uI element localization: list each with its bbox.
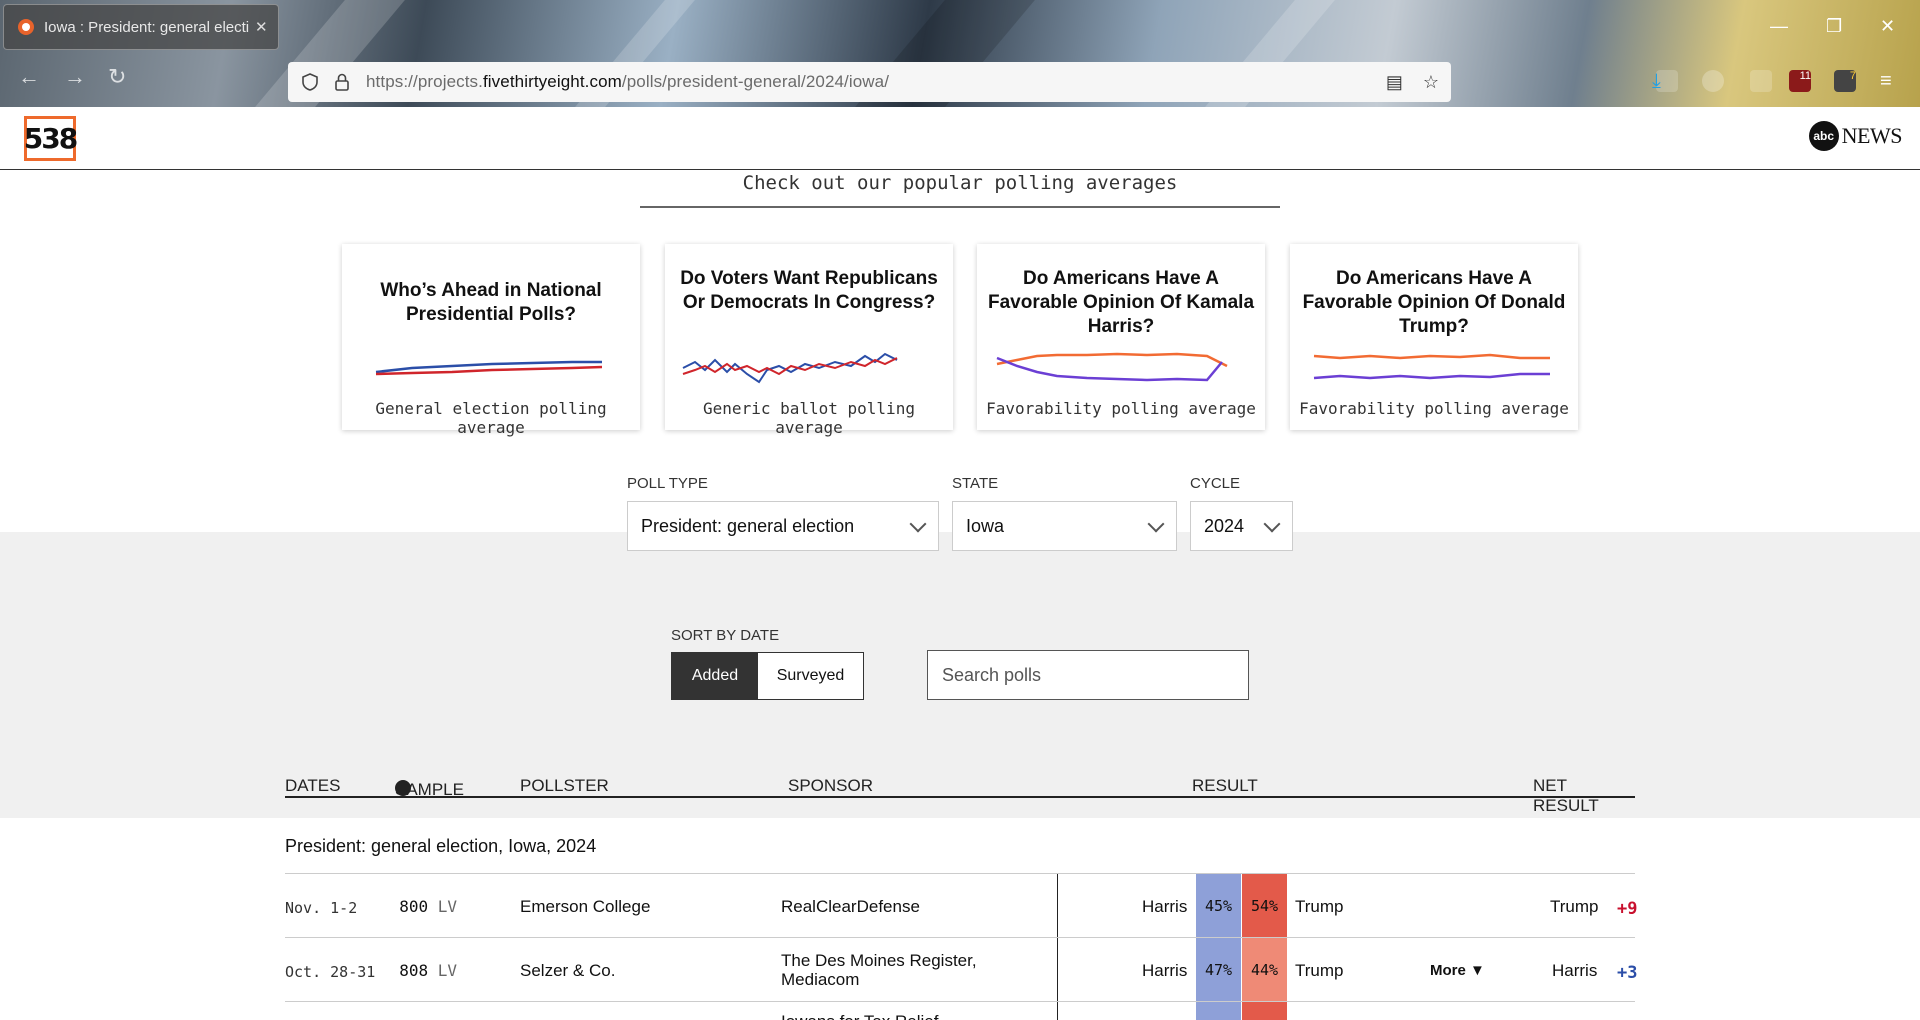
promo-card-trump-favorability[interactable]: Do Americans Have A Favorable Opinion Of…: [1290, 244, 1578, 430]
sort-by-date-label: SORT BY DATE: [671, 627, 780, 644]
rep-candidate: Trump: [1295, 897, 1344, 916]
logo-538[interactable]: 538: [24, 116, 78, 161]
sparkline-chart: [682, 352, 898, 384]
header-dates: DATES: [285, 776, 341, 795]
container-icon[interactable]: [1750, 70, 1772, 92]
poll-sample: 808 LV: [399, 961, 457, 980]
close-window-icon[interactable]: ✕: [1880, 16, 1895, 37]
info-icon[interactable]: i: [395, 778, 411, 797]
lock-icon[interactable]: [332, 72, 352, 92]
sparkline-chart: [1313, 353, 1550, 380]
address-bar[interactable]: https://projects.fivethirtyeight.com/pol…: [288, 62, 1451, 102]
net-leader: Trump: [1550, 897, 1599, 916]
more-button[interactable]: More ▼: [1430, 962, 1485, 979]
poll-dates: Nov. 1-2: [285, 899, 358, 917]
header-net-result: NET RESULT: [1533, 776, 1599, 815]
state-label: STATE: [952, 475, 999, 492]
promo-title: Check out our popular polling averages: [640, 172, 1280, 208]
sparkline-chart: [375, 360, 603, 376]
poll-type-label: POLL TYPE: [627, 475, 708, 492]
table-row[interactable]: Iowans for Tax Relief: [285, 1001, 1635, 1020]
reload-icon[interactable]: ↻: [108, 64, 126, 90]
forward-icon[interactable]: →: [64, 64, 86, 90]
sort-surveyed-button[interactable]: Surveyed: [758, 653, 863, 699]
table-row[interactable]: Nov. 1-2 800 LV Emerson College RealClea…: [285, 873, 1638, 937]
close-tab-icon[interactable]: ✕: [255, 18, 268, 36]
pollster-link[interactable]: Selzer & Co.: [520, 961, 615, 981]
minimize-icon[interactable]: —: [1770, 16, 1788, 37]
site-header: 538 abc NEWS: [0, 107, 1920, 170]
sponsor-name: The Des Moines Register, Mediacom: [781, 951, 977, 989]
net-leader: Harris: [1552, 961, 1598, 980]
sponsor-name: RealClearDefense: [781, 897, 920, 916]
sort-added-button[interactable]: Added: [672, 653, 758, 699]
header-pollster: POLLSTER: [520, 776, 609, 795]
sparkline-chart: [996, 352, 1228, 382]
browser-tab[interactable]: Iowa : President: general electi ✕: [3, 4, 279, 50]
cycle-select[interactable]: 2024: [1190, 501, 1293, 551]
promo-card-generic-ballot[interactable]: Do Voters Want Republicans Or Democrats …: [665, 244, 953, 437]
group-title: President: general election, Iowa, 2024: [285, 836, 597, 856]
header-sponsor: SPONSOR: [788, 776, 874, 795]
account-icon[interactable]: [1702, 70, 1724, 92]
rep-percent: [1242, 1002, 1287, 1020]
ublock-icon[interactable]: 11: [1789, 70, 1811, 92]
table-row[interactable]: Oct. 28-31 808 LV Selzer & Co. The Des M…: [285, 937, 1638, 1001]
header-result: RESULT: [1192, 776, 1258, 795]
browser-chrome: Iowa : President: general electi ✕ ← → ↻…: [0, 0, 1920, 107]
shield-icon[interactable]: [300, 72, 320, 92]
state-select[interactable]: Iowa: [952, 501, 1177, 551]
menu-icon[interactable]: ≡: [1880, 70, 1902, 92]
cycle-label: CYCLE: [1190, 475, 1241, 492]
dem-percent: [1196, 1002, 1241, 1020]
table-header: DATES SAMPLE i POLLSTER SPONSOR RESULT N…: [285, 770, 1635, 815]
chevron-down-icon: [1147, 515, 1165, 533]
bookmark-star-icon[interactable]: ☆: [1423, 72, 1439, 93]
dem-candidate: Harris: [1142, 897, 1188, 916]
net-margin: +9: [1617, 899, 1638, 919]
promo-card-harris-favorability[interactable]: Do Americans Have A Favorable Opinion Of…: [977, 244, 1265, 430]
rep-percent: 54%: [1242, 874, 1287, 937]
sort-toggle: Added Surveyed: [671, 652, 864, 700]
poll-type-select[interactable]: President: general election: [627, 501, 939, 551]
tab-title: Iowa : President: general electi: [44, 18, 249, 36]
pollster-link[interactable]: Emerson College: [520, 897, 650, 917]
download-icon[interactable]: ⤓: [1652, 70, 1674, 92]
chevron-down-icon: [909, 515, 927, 533]
dem-percent: 45%: [1196, 874, 1241, 937]
net-margin: +3: [1617, 963, 1638, 983]
abc-news-logo[interactable]: abc NEWS: [1808, 121, 1903, 151]
rep-percent: 44%: [1242, 938, 1287, 1001]
sponsor-name: Iowans for Tax Relief: [781, 1012, 938, 1020]
promo-card-national[interactable]: Who’s Ahead in National Presidential Pol…: [342, 244, 640, 437]
extension-badge-icon[interactable]: 7: [1834, 70, 1856, 92]
dem-candidate: Harris: [1142, 961, 1188, 980]
rep-candidate: Trump: [1295, 961, 1344, 980]
dem-percent: 47%: [1196, 938, 1241, 1001]
back-icon[interactable]: ←: [18, 64, 40, 90]
restore-icon[interactable]: ❐: [1826, 16, 1842, 37]
site-favicon-icon: [18, 19, 34, 35]
reader-view-icon[interactable]: ▤: [1386, 72, 1403, 93]
chevron-down-icon: [1263, 515, 1281, 533]
url-text: https://projects.fivethirtyeight.com/pol…: [366, 72, 890, 91]
poll-dates: Oct. 28-31: [285, 963, 376, 981]
poll-sample: 800 LV: [399, 897, 457, 916]
search-polls-input[interactable]: [927, 650, 1249, 700]
